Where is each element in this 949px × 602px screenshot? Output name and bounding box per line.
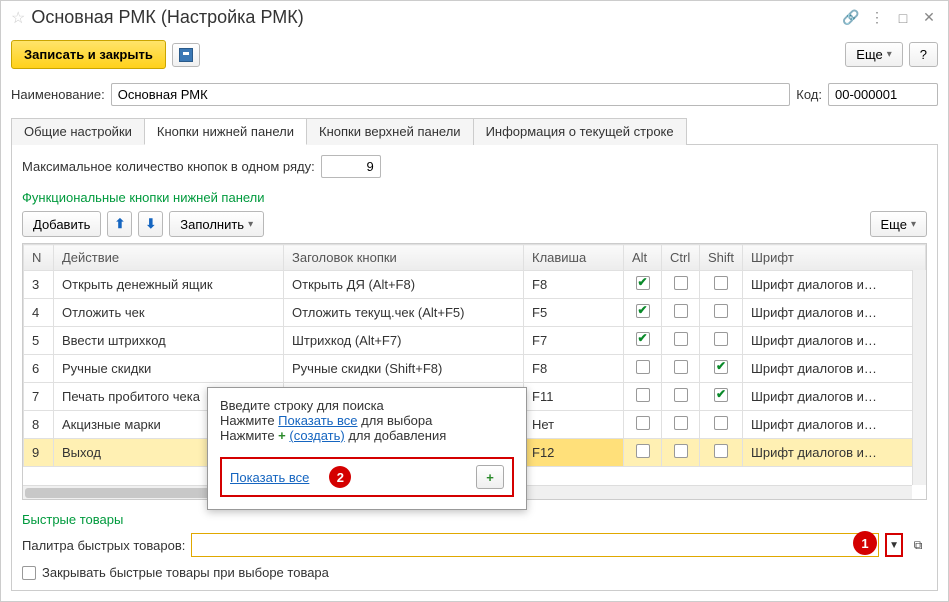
col-key[interactable]: Клавиша <box>524 245 624 271</box>
col-action[interactable]: Действие <box>54 245 284 271</box>
ctrl-checkbox[interactable] <box>674 388 688 402</box>
annotation-2: 2 <box>329 466 351 488</box>
code-input[interactable] <box>828 83 938 106</box>
shift-checkbox[interactable] <box>714 360 728 374</box>
chevron-down-icon: ▼ <box>889 540 899 551</box>
tab-bottom-buttons[interactable]: Кнопки нижней панели <box>144 118 307 145</box>
move-up-button[interactable]: ⬆ <box>107 211 132 237</box>
popup-footer-show-all[interactable]: Показать все <box>230 470 309 485</box>
col-font[interactable]: Шрифт <box>743 245 926 271</box>
shift-checkbox[interactable] <box>714 388 728 402</box>
close-on-pick-label: Закрывать быстрые товары при выборе това… <box>42 565 329 580</box>
arrow-up-icon: ⬆ <box>114 216 125 232</box>
save-button[interactable] <box>172 43 200 67</box>
name-input[interactable] <box>111 83 791 106</box>
palette-dropdown-button[interactable]: ▼ <box>885 533 903 557</box>
tab-row-info[interactable]: Информация о текущей строке <box>473 118 687 145</box>
popup-hint-search: Введите строку для поиска <box>220 398 514 413</box>
fill-button[interactable]: Заполнить <box>169 211 264 237</box>
link-icon[interactable]: 🔗 <box>842 9 860 27</box>
alt-checkbox[interactable] <box>636 444 650 458</box>
shift-checkbox[interactable] <box>714 332 728 346</box>
popup-add-button[interactable]: + <box>476 465 504 489</box>
move-down-button[interactable]: ⬇ <box>138 211 163 237</box>
alt-checkbox[interactable] <box>636 332 650 346</box>
help-button[interactable]: ? <box>909 42 938 67</box>
palette-open-button[interactable]: ⧉ <box>909 538 927 553</box>
ctrl-checkbox[interactable] <box>674 416 688 430</box>
table-row[interactable]: 6Ручные скидкиРучные скидки (Shift+F8)F8… <box>24 355 926 383</box>
max-buttons-label: Максимальное количество кнопок в одном р… <box>22 159 315 174</box>
favorite-star-icon[interactable]: ☆ <box>11 8 25 28</box>
popup-create-link[interactable]: (создать) <box>289 428 344 443</box>
table-row[interactable]: 3Открыть денежный ящикОткрыть ДЯ (Alt+F8… <box>24 271 926 299</box>
name-label: Наименование: <box>11 87 105 102</box>
save-icon <box>179 48 193 62</box>
shift-checkbox[interactable] <box>714 276 728 290</box>
shift-checkbox[interactable] <box>714 416 728 430</box>
col-n[interactable]: N <box>24 245 54 271</box>
window-close-icon[interactable]: ✕ <box>920 9 938 27</box>
ctrl-checkbox[interactable] <box>674 444 688 458</box>
popup-show-all-link[interactable]: Показать все <box>278 413 357 428</box>
kebab-menu-icon[interactable]: ⋮ <box>868 9 886 27</box>
shift-checkbox[interactable] <box>714 444 728 458</box>
vertical-scrollbar[interactable] <box>912 270 926 485</box>
arrow-down-icon: ⬇ <box>145 216 156 232</box>
tab-top-buttons[interactable]: Кнопки верхней панели <box>306 118 474 145</box>
tab-general[interactable]: Общие настройки <box>11 118 145 145</box>
alt-checkbox[interactable] <box>636 360 650 374</box>
table-row[interactable]: 4Отложить чекОтложить текущ.чек (Alt+F5)… <box>24 299 926 327</box>
ctrl-checkbox[interactable] <box>674 360 688 374</box>
alt-checkbox[interactable] <box>636 416 650 430</box>
annotation-1: 1 <box>853 531 877 555</box>
alt-checkbox[interactable] <box>636 388 650 402</box>
ctrl-checkbox[interactable] <box>674 276 688 290</box>
palette-label: Палитра быстрых товаров: <box>22 538 185 553</box>
shift-checkbox[interactable] <box>714 304 728 318</box>
plus-icon: + <box>278 428 289 443</box>
code-label: Код: <box>796 87 822 102</box>
window-maximize-icon[interactable]: □ <box>894 9 912 27</box>
add-row-button[interactable]: Добавить <box>22 211 101 237</box>
col-header[interactable]: Заголовок кнопки <box>284 245 524 271</box>
table-row[interactable]: 5Ввести штрихкодШтрихкод (Alt+F7)F7Шрифт… <box>24 327 926 355</box>
dropdown-popup: Введите строку для поиска Нажмите Показа… <box>207 387 527 510</box>
page-title: Основная РМК (Настройка РМК) <box>31 7 842 28</box>
functional-buttons-header: Функциональные кнопки нижней панели <box>22 190 927 205</box>
more-button[interactable]: Еще <box>845 42 902 67</box>
col-shift[interactable]: Shift <box>700 245 743 271</box>
col-alt[interactable]: Alt <box>624 245 662 271</box>
ctrl-checkbox[interactable] <box>674 332 688 346</box>
save-and-close-button[interactable]: Записать и закрыть <box>11 40 166 69</box>
ctrl-checkbox[interactable] <box>674 304 688 318</box>
palette-input[interactable] <box>191 533 879 557</box>
col-ctrl[interactable]: Ctrl <box>662 245 700 271</box>
alt-checkbox[interactable] <box>636 304 650 318</box>
quick-goods-header: Быстрые товары <box>22 512 927 527</box>
max-buttons-input[interactable] <box>321 155 381 178</box>
table-more-button[interactable]: Еще <box>870 211 927 237</box>
alt-checkbox[interactable] <box>636 276 650 290</box>
close-on-pick-checkbox[interactable] <box>22 566 36 580</box>
